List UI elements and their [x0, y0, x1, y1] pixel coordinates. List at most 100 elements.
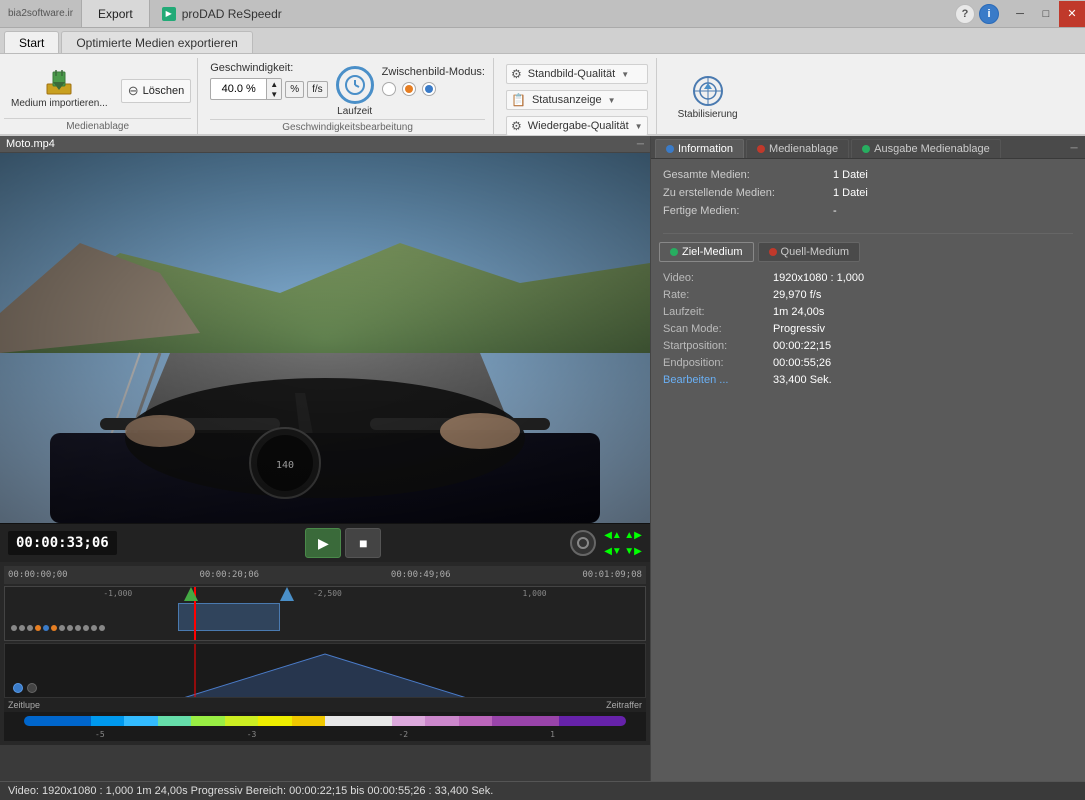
tab-info-dot: [666, 145, 674, 153]
play-button[interactable]: ▶: [305, 528, 341, 558]
timeline-mark-2: 00:00:49;06: [391, 570, 451, 580]
dot: [59, 625, 65, 631]
laufzeit-section: Laufzeit: [336, 62, 374, 117]
timeline-mark-1: 00:00:20;06: [199, 570, 259, 580]
info-panel: Gesamte Medien: 1 Datei Zu erstellende M…: [651, 159, 1085, 233]
tab-export[interactable]: Optimierte Medien exportieren: [61, 31, 252, 53]
unit-percent-button[interactable]: %: [285, 81, 304, 98]
radio-off[interactable]: [382, 82, 396, 96]
unit-fps-button[interactable]: f/s: [307, 81, 328, 98]
delete-icon: ⊖: [128, 83, 139, 99]
medienablage-group: Medium importieren... ⊖ Löschen Medienab…: [4, 58, 198, 134]
wiedergabe-label: Wiedergabe-Qualität: [528, 120, 629, 132]
video-val: 1920x1080 : 1,000: [773, 272, 864, 284]
fertige-val: -: [833, 205, 837, 217]
close-button[interactable]: ✕: [1059, 1, 1085, 27]
endpos-val: 00:00:55;26: [773, 357, 831, 369]
nav-up-left-button[interactable]: ◀▲: [604, 528, 622, 542]
ziel-medium-tab[interactable]: Ziel-Medium: [659, 242, 754, 262]
delete-button[interactable]: ⊖ Löschen: [121, 79, 192, 103]
tab-information[interactable]: Information: [655, 139, 744, 158]
bearbeiten-link[interactable]: Bearbeiten ...: [663, 374, 773, 386]
help-question-icon[interactable]: ?: [955, 4, 975, 24]
dot: [11, 625, 17, 631]
website-label: bia2software.ir: [0, 8, 81, 19]
rate-val: 29,970 f/s: [773, 289, 821, 301]
detail-panel: Video: 1920x1080 : 1,000 Rate: 29,970 f/…: [651, 266, 1085, 397]
laufzeit-button[interactable]: [336, 66, 374, 104]
quell-medium-tab[interactable]: Quell-Medium: [758, 242, 860, 262]
video-key: Video:: [663, 272, 773, 284]
speed-down-arrow[interactable]: ▼: [267, 89, 281, 99]
dot-orange: [51, 625, 57, 631]
right-panel: Information Medienablage Ausgabe Mediena…: [650, 136, 1085, 781]
tab-output-dot: [862, 145, 870, 153]
standbild-label: Standbild-Qualität: [528, 68, 615, 80]
minimize-button[interactable]: ─: [1007, 1, 1033, 27]
title-export-tab[interactable]: Export: [81, 0, 150, 27]
fertige-key: Fertige Medien:: [663, 205, 833, 217]
zu-erstellende-val: 1 Datei: [833, 187, 868, 199]
stop-button[interactable]: ■: [345, 528, 381, 558]
stabilisierung-group: Stabilisierung: [661, 58, 755, 134]
record-button[interactable]: [570, 530, 596, 556]
import-button[interactable]: Medium importieren...: [4, 61, 115, 114]
radio-orange[interactable]: [402, 82, 416, 96]
dot: [27, 625, 33, 631]
medienablage-group-label: Medienablage: [4, 118, 191, 134]
dot: [83, 625, 89, 631]
timeline-mark-0: 00:00:00;00: [8, 570, 68, 580]
loop-dot-2[interactable]: [27, 683, 37, 693]
standbild-icon: ⚙: [511, 67, 522, 81]
ziel-dot: [670, 248, 678, 256]
laufzeit-key: Laufzeit:: [663, 306, 773, 318]
dot-blue: [43, 625, 49, 631]
laufzeit-clock-icon: [344, 74, 366, 96]
speed-input[interactable]: [211, 81, 266, 97]
stabilisierung-button[interactable]: Stabilisierung: [669, 68, 747, 125]
scanmode-key: Scan Mode:: [663, 323, 773, 335]
panel-minimize-button[interactable]: ─: [1067, 142, 1081, 156]
app-logo-icon: ▶: [162, 7, 176, 21]
stabilisierung-icon: [690, 73, 726, 109]
rate-key: Rate:: [663, 289, 773, 301]
scanmode-val: Progressiv: [773, 323, 825, 335]
bearbeiten-val: 33,400 Sek.: [773, 374, 832, 386]
stabilisierung-label: Stabilisierung: [678, 109, 738, 120]
standbild-button[interactable]: ⚙ Standbild-Qualität ▼: [506, 64, 648, 84]
video-minimize-icon[interactable]: ─: [637, 139, 644, 150]
standbild-dropdown-icon: ▼: [621, 70, 629, 79]
timeline-marker-end[interactable]: [280, 587, 294, 601]
help-info-icon[interactable]: i: [979, 4, 999, 24]
dot: [75, 625, 81, 631]
tab-start[interactable]: Start: [4, 31, 59, 53]
speed-graph[interactable]: [4, 643, 646, 698]
gesamte-val: 1 Datei: [833, 169, 868, 181]
zwischenbild-label: Zwischenbild-Modus:: [382, 66, 485, 78]
status-bar: Video: 1920x1080 : 1,000 1m 24,00s Progr…: [0, 781, 1085, 800]
radio-blue[interactable]: [422, 82, 436, 96]
timeline-track[interactable]: -1,000 -2,500 1,000: [4, 586, 646, 641]
wiedergabe-button[interactable]: ⚙ Wiedergabe-Qualität ▼: [506, 116, 648, 136]
nav-down-right-button[interactable]: ▼▶: [624, 544, 642, 558]
speed-label-left: Zeitlupe: [8, 700, 40, 710]
import-icon: [43, 66, 75, 98]
tab-ausgabe[interactable]: Ausgabe Medienablage: [851, 139, 1001, 158]
startpos-key: Startposition:: [663, 340, 773, 352]
geschwindigkeit-group-label: Geschwindigkeitsbearbeitung: [210, 119, 485, 135]
tab-medienablage[interactable]: Medienablage: [746, 139, 849, 158]
statusanzeige-button[interactable]: 📋 Statusanzeige ▼: [506, 90, 648, 110]
dot: [19, 625, 25, 631]
loop-dot-1[interactable]: [13, 683, 23, 693]
startpos-val: 00:00:22;15: [773, 340, 831, 352]
timeline-area: 00:00:00;00 00:00:20;06 00:00:49;06 00:0…: [0, 562, 650, 745]
dot: [99, 625, 105, 631]
nav-up-right-button[interactable]: ▲▶: [624, 528, 642, 542]
video-panel: Moto.mp4 ─: [0, 136, 650, 781]
endpos-key: Endposition:: [663, 357, 773, 369]
wiedergabe-icon: ⚙: [511, 119, 522, 133]
nav-down-left-button[interactable]: ◀▼: [604, 544, 622, 558]
maximize-button[interactable]: □: [1033, 1, 1059, 27]
speed-up-arrow[interactable]: ▲: [267, 79, 281, 89]
timeline-marker-start[interactable]: [184, 587, 198, 601]
